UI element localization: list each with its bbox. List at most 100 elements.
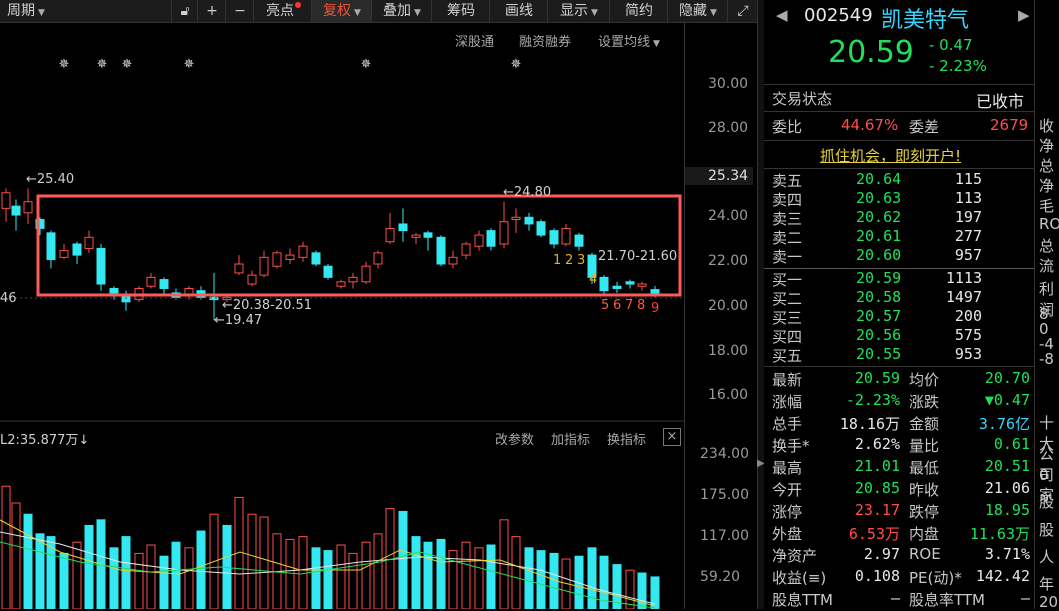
candle-body[interactable] xyxy=(285,254,295,261)
candle-body[interactable] xyxy=(549,230,559,245)
close-icon[interactable]: × xyxy=(663,428,681,446)
overlay-button[interactable]: 叠加 ▼ xyxy=(371,0,432,22)
hide-button[interactable]: 隐藏 ▼ xyxy=(667,0,728,22)
open-account-link[interactable]: 抓住机会，即刻开户! xyxy=(820,145,961,166)
stat-label: 昨收 xyxy=(909,481,940,499)
candle-body[interactable] xyxy=(373,252,383,265)
event-star-icon[interactable]: ✵ xyxy=(122,57,133,72)
edge-label: 总 xyxy=(1039,237,1055,255)
candle-body[interactable] xyxy=(385,227,395,243)
candle-body[interactable] xyxy=(96,247,106,285)
price-tick: 30.00 xyxy=(708,76,749,92)
asks-price[interactable]: 20.62 xyxy=(856,208,901,226)
candle-body[interactable] xyxy=(159,279,169,289)
candle-body[interactable] xyxy=(1,192,11,209)
candle-body[interactable] xyxy=(298,245,308,258)
candle-body[interactable] xyxy=(423,232,433,238)
lock-button[interactable]: 🔓︎ xyxy=(171,0,198,22)
candle-body[interactable] xyxy=(84,236,94,249)
swap-indicator-link[interactable]: 换指标 xyxy=(607,429,646,448)
event-star-icon[interactable]: ✵ xyxy=(184,57,195,72)
candle-body[interactable] xyxy=(234,263,244,274)
candle-body[interactable] xyxy=(474,234,484,247)
candle-body[interactable] xyxy=(625,281,635,285)
candle-body[interactable] xyxy=(59,250,69,258)
expand-button[interactable]: ⤢ xyxy=(727,0,758,22)
asks-price[interactable]: 20.63 xyxy=(856,189,901,207)
candle-body[interactable] xyxy=(436,236,446,265)
stat-value: 0.108 xyxy=(854,567,900,585)
last-price: 20.59 xyxy=(828,35,914,70)
change-param-link[interactable]: 改参数 xyxy=(495,429,534,448)
price-tick: 28.00 xyxy=(708,120,749,136)
candle-body[interactable] xyxy=(361,265,371,283)
event-star-icon[interactable]: ✵ xyxy=(511,57,522,72)
candle-body[interactable] xyxy=(247,274,257,285)
kline-chart[interactable]: ✵ ✵ ✵ ✵ ✵ ✵ xyxy=(0,22,757,609)
candle-body[interactable] xyxy=(524,216,534,225)
bids-price[interactable]: 20.57 xyxy=(856,307,901,325)
candle-body[interactable] xyxy=(599,276,609,292)
candle-body[interactable] xyxy=(259,256,269,276)
zoom-in-button[interactable]: + xyxy=(197,0,226,22)
chevron-down-icon: ▼ xyxy=(591,8,598,18)
event-star-icon[interactable]: ✵ xyxy=(97,57,108,72)
candle-body[interactable] xyxy=(499,221,509,245)
candle-body[interactable] xyxy=(23,201,33,214)
volume-bar xyxy=(247,513,257,609)
candle-body[interactable] xyxy=(311,252,321,265)
candle-body[interactable] xyxy=(336,281,346,287)
asks-level-label: 卖三 xyxy=(772,210,803,228)
candle-body[interactable] xyxy=(46,232,56,261)
candle-body[interactable] xyxy=(348,276,358,283)
volume-tick: 234.00 xyxy=(700,446,749,462)
candle-body[interactable] xyxy=(323,265,333,278)
price-tick: 18.00 xyxy=(708,343,749,359)
candle-body[interactable] xyxy=(448,256,458,265)
add-indicator-link[interactable]: 加指标 xyxy=(551,429,590,448)
candle-body[interactable] xyxy=(461,243,471,256)
candle-body[interactable] xyxy=(637,283,647,287)
stat-value: 20.59 xyxy=(854,369,900,387)
event-star-icon[interactable]: ✵ xyxy=(361,57,372,72)
asks-price[interactable]: 20.60 xyxy=(856,246,901,264)
event-star-icon[interactable]: ✵ xyxy=(59,57,70,72)
td-seq-7: 7 xyxy=(625,298,634,313)
edge-label: 人 xyxy=(1039,548,1055,566)
bids-price[interactable]: 20.58 xyxy=(856,288,901,306)
bids-price[interactable]: 20.59 xyxy=(856,269,901,287)
bids-price[interactable]: 20.55 xyxy=(856,345,901,363)
volume-bar xyxy=(285,538,295,609)
asks-price[interactable]: 20.61 xyxy=(856,227,901,245)
chips-button[interactable]: 筹码 xyxy=(431,0,490,22)
candle-body[interactable] xyxy=(11,205,21,216)
candle-body[interactable] xyxy=(574,234,584,247)
prev-stock-icon[interactable]: ◀ xyxy=(776,6,788,24)
bids-volume: 1113 xyxy=(945,269,982,287)
zoom-out-button[interactable]: − xyxy=(225,0,254,22)
display-button[interactable]: 显示 ▼ xyxy=(547,0,610,22)
stat-label: 净资产 xyxy=(772,547,818,565)
candle-body[interactable] xyxy=(536,221,546,236)
candle-body[interactable] xyxy=(486,230,496,247)
highlights-button[interactable]: 亮点 xyxy=(253,0,312,22)
bids-price[interactable]: 20.56 xyxy=(856,326,901,344)
candle-body[interactable] xyxy=(72,243,82,256)
next-stock-icon[interactable]: ▶ xyxy=(1018,6,1030,24)
draw-button[interactable]: 画线 xyxy=(489,0,548,22)
expand-icon: ⤢ xyxy=(737,3,749,19)
simple-button[interactable]: 简约 xyxy=(609,0,668,22)
asks-price[interactable]: 20.64 xyxy=(856,170,901,188)
candle-body[interactable] xyxy=(411,234,421,238)
adjust-button[interactable]: 复权 ▼ xyxy=(311,0,372,22)
candle-body[interactable] xyxy=(561,227,571,245)
volume-bar xyxy=(436,538,446,609)
candle-body[interactable] xyxy=(612,285,622,289)
candle-body[interactable] xyxy=(272,252,282,267)
period-button[interactable]: 周期 ▼ xyxy=(0,0,52,22)
candle-body[interactable] xyxy=(109,287,119,294)
candle-body[interactable] xyxy=(146,276,156,287)
candle-body[interactable] xyxy=(511,216,521,220)
stat-value: — xyxy=(890,589,900,607)
candle-body[interactable] xyxy=(398,223,408,232)
